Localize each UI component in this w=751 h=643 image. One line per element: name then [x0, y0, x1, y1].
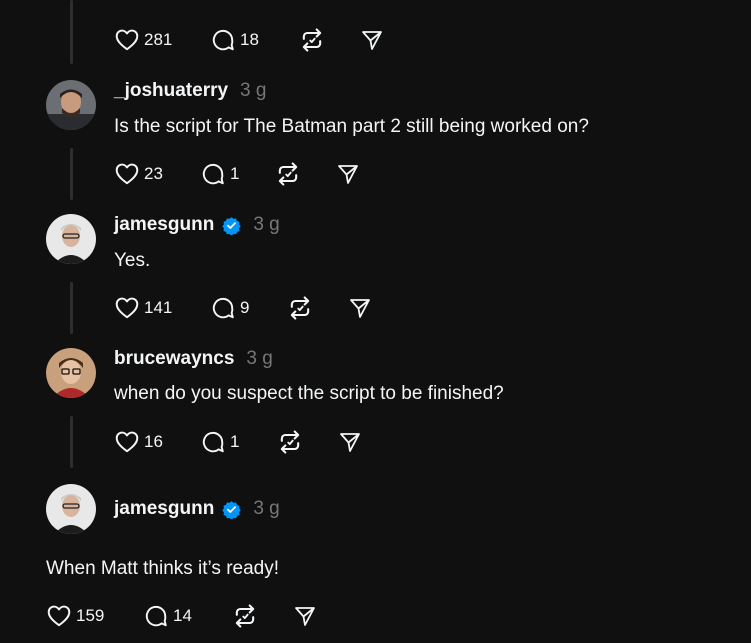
send-icon: [293, 604, 317, 628]
heart-icon: [114, 429, 140, 455]
like-count: 159: [76, 606, 105, 625]
reply-count: 1: [230, 164, 240, 183]
repost-icon: [231, 602, 259, 630]
comment-icon: [210, 27, 236, 53]
reply-button[interactable]: 14: [143, 603, 231, 629]
like-count: 23: [144, 164, 163, 183]
reply-button[interactable]: 18: [210, 27, 298, 53]
timestamp[interactable]: 3 g: [253, 214, 279, 236]
reply-count: 1: [230, 432, 240, 451]
like-button[interactable]: 281: [114, 27, 210, 53]
post-header: jamesgunn 3 g: [114, 214, 280, 236]
like-count: 16: [144, 432, 163, 451]
send-icon: [336, 162, 360, 186]
username[interactable]: jamesgunn: [114, 498, 214, 520]
repost-button[interactable]: [276, 428, 338, 456]
verified-badge-icon: [222, 500, 241, 519]
like-count: 141: [144, 298, 173, 317]
action-bar: 159 14: [46, 602, 317, 630]
post-header: jamesgunn 3 g: [114, 498, 280, 520]
comment-icon: [200, 429, 226, 455]
share-button[interactable]: [360, 28, 384, 52]
comment-icon: [143, 603, 169, 629]
send-icon: [338, 430, 362, 454]
thread-line: [70, 282, 73, 334]
like-button[interactable]: 141: [114, 295, 210, 321]
heart-icon: [114, 27, 140, 53]
timestamp[interactable]: 3 g: [253, 498, 279, 520]
thread-line: [70, 148, 73, 200]
reply-count: 9: [240, 298, 250, 317]
post-text: Is the script for The Batman part 2 stil…: [114, 116, 589, 137]
repost-button[interactable]: [274, 160, 336, 188]
avatar[interactable]: [46, 214, 96, 264]
avatar[interactable]: [46, 80, 96, 130]
action-bar: 16 1: [114, 428, 362, 456]
post-header: _joshuaterry 3 g: [114, 80, 266, 102]
reply-button[interactable]: 9: [210, 295, 286, 321]
send-icon: [348, 296, 372, 320]
verified-badge-icon: [222, 216, 241, 235]
repost-button[interactable]: [286, 294, 348, 322]
share-button[interactable]: [293, 604, 317, 628]
reply-button[interactable]: 1: [200, 429, 276, 455]
username[interactable]: jamesgunn: [114, 214, 214, 236]
action-bar: 23 1: [114, 160, 360, 188]
repost-button[interactable]: [298, 26, 360, 54]
post-text: Yes.: [114, 250, 151, 271]
repost-icon: [276, 428, 304, 456]
heart-icon: [114, 295, 140, 321]
timestamp[interactable]: 3 g: [246, 348, 272, 370]
like-button[interactable]: 23: [114, 161, 200, 187]
repost-icon: [298, 26, 326, 54]
avatar[interactable]: [46, 348, 96, 398]
thread-line: [70, 0, 73, 64]
avatar[interactable]: [46, 484, 96, 534]
like-count: 281: [144, 30, 173, 49]
reply-count: 14: [173, 606, 192, 625]
like-button[interactable]: 159: [46, 603, 143, 629]
heart-icon: [46, 603, 72, 629]
repost-icon: [286, 294, 314, 322]
username[interactable]: _joshuaterry: [114, 80, 228, 102]
repost-button[interactable]: [231, 602, 293, 630]
action-bar: 141 9: [114, 294, 372, 322]
heart-icon: [114, 161, 140, 187]
like-button[interactable]: 16: [114, 429, 200, 455]
share-button[interactable]: [338, 430, 362, 454]
post-header: brucewayncs 3 g: [114, 348, 273, 370]
reply-count: 18: [240, 30, 259, 49]
reply-button[interactable]: 1: [200, 161, 274, 187]
post-text: When Matt thinks it’s ready!: [46, 558, 280, 579]
thread-line: [70, 416, 73, 468]
send-icon: [360, 28, 384, 52]
share-button[interactable]: [348, 296, 372, 320]
username[interactable]: brucewayncs: [114, 348, 234, 370]
repost-icon: [274, 160, 302, 188]
action-bar: 281 18: [114, 26, 384, 54]
share-button[interactable]: [336, 162, 360, 186]
timestamp[interactable]: 3 g: [240, 80, 266, 102]
comment-icon: [200, 161, 226, 187]
comment-icon: [210, 295, 236, 321]
post-text: when do you suspect the script to be fin…: [114, 383, 504, 404]
